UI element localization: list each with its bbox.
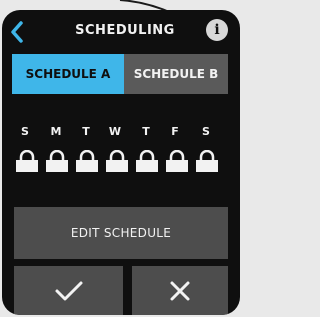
day-labels: S M T W T F S: [18, 125, 224, 139]
edit-schedule-button[interactable]: EDIT SCHEDULE: [14, 207, 228, 259]
day-label-tue: T: [82, 125, 90, 138]
tab-schedule-a[interactable]: SCHEDULE A: [12, 54, 124, 94]
day-label-mon: M: [50, 125, 62, 138]
back-chevron-icon[interactable]: [8, 20, 26, 44]
lock-icon[interactable]: [104, 150, 130, 172]
tab-schedule-b[interactable]: SCHEDULE B: [124, 54, 228, 94]
lock-icon[interactable]: [74, 150, 100, 172]
cancel-button[interactable]: [132, 266, 228, 315]
day-label-thu: T: [142, 125, 150, 138]
lock-icon[interactable]: [14, 150, 40, 172]
close-x-icon: [170, 281, 190, 300]
day-label-sun: S: [21, 125, 29, 138]
info-icon[interactable]: i: [206, 19, 228, 41]
day-label-wed: W: [108, 125, 122, 138]
lock-icon[interactable]: [194, 150, 220, 172]
lock-icon[interactable]: [164, 150, 190, 172]
lock-row: [14, 150, 224, 172]
checkmark-icon: [55, 281, 82, 300]
lock-icon[interactable]: [134, 150, 160, 172]
day-label-fri: F: [171, 125, 179, 138]
header-bar: SCHEDULING i: [2, 10, 240, 54]
lock-icon[interactable]: [44, 150, 70, 172]
day-label-sat: S: [202, 125, 210, 138]
confirm-button[interactable]: [14, 266, 123, 315]
device-screen: SCHEDULING i SCHEDULE A SCHEDULE B S M T…: [2, 10, 240, 315]
page-title: SCHEDULING: [75, 23, 175, 38]
